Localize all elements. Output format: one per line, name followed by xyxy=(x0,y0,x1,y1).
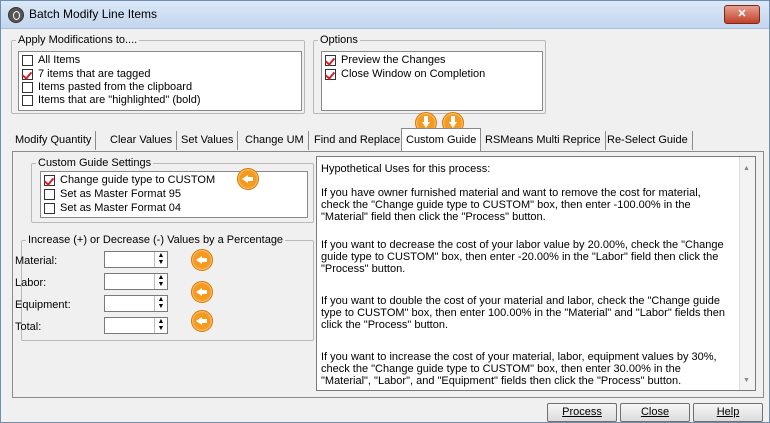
checkbox[interactable] xyxy=(325,55,336,66)
equipment-input[interactable]: ▲ ▼ xyxy=(104,295,168,312)
tab-set-values[interactable]: Set Values xyxy=(177,131,239,150)
process-button[interactable]: Process xyxy=(547,403,617,422)
info-paragraph: If you have owner furnished material and… xyxy=(321,187,701,223)
info-scrollbar[interactable]: ▲ ▼ xyxy=(739,157,755,390)
checkbox[interactable] xyxy=(22,69,33,80)
spin-arrows-icon[interactable]: ▲ ▼ xyxy=(154,318,167,333)
scroll-up-icon[interactable]: ▲ xyxy=(743,165,750,172)
window-title: Batch Modify Line Items xyxy=(29,7,158,21)
info-paragraph: If you want to double the cost of your m… xyxy=(321,295,725,331)
help-button[interactable]: Help xyxy=(693,403,763,422)
uses-info-textbox[interactable]: Hypothetical Uses for this process: If y… xyxy=(316,156,756,391)
tab-custom-guide[interactable]: Custom Guide xyxy=(401,128,482,153)
apply-modifications-legend: Apply Modifications to.... xyxy=(18,34,138,46)
spin-arrows-icon[interactable]: ▲ ▼ xyxy=(154,252,167,267)
checkbox[interactable] xyxy=(22,95,33,106)
spin-arrows-icon[interactable]: ▲ ▼ xyxy=(154,296,167,311)
scroll-down-icon[interactable]: ▼ xyxy=(743,377,750,384)
percentage-legend: Increase (+) or Decrease (-) Values by a… xyxy=(28,234,284,246)
app-icon xyxy=(8,7,24,23)
orange-arrow-left-icon xyxy=(237,168,259,190)
info-heading: Hypothetical Uses for this process: xyxy=(321,163,491,175)
total-label: Total: xyxy=(15,321,42,333)
title-bar: Batch Modify Line Items ✕ xyxy=(1,1,769,29)
batch-modify-dialog: Batch Modify Line Items ✕ Apply Modifica… xyxy=(0,0,770,423)
tab-rsmeans-multi-reprice[interactable]: RSMeans Multi Reprice xyxy=(481,131,606,150)
checkbox[interactable] xyxy=(325,69,336,80)
labor-label: Labor: xyxy=(15,277,47,289)
tab-find-and-replace[interactable]: Find and Replace xyxy=(310,131,406,150)
material-input[interactable]: ▲ ▼ xyxy=(104,251,168,268)
tab-modify-quantity[interactable]: Modify Quantity xyxy=(11,131,97,150)
tab-change-um[interactable]: Change UM xyxy=(241,131,309,150)
checkbox[interactable] xyxy=(44,189,55,200)
checkbox[interactable] xyxy=(22,55,33,66)
total-input[interactable]: ▲ ▼ xyxy=(104,317,168,334)
labor-input[interactable]: ▲ ▼ xyxy=(104,273,168,290)
orange-arrow-left-icon xyxy=(191,310,213,332)
orange-arrow-left-icon xyxy=(191,281,213,303)
close-button[interactable]: Close xyxy=(620,403,690,422)
window-close-button[interactable]: ✕ xyxy=(724,5,760,24)
spin-arrows-icon[interactable]: ▲ ▼ xyxy=(154,274,167,289)
info-paragraph: If you want to decrease the cost of your… xyxy=(321,239,724,275)
checkbox[interactable] xyxy=(22,82,33,93)
tab-re-select-guide[interactable]: Re-Select Guide xyxy=(603,131,693,150)
apply-modifications-list: All Items 7 items that are tagged Items … xyxy=(18,51,302,111)
options-list: Preview the Changes Close Window on Comp… xyxy=(321,51,543,111)
custom-guide-settings-list: Change guide type to CUSTOM Set as Maste… xyxy=(40,171,308,218)
equipment-label: Equipment: xyxy=(15,299,71,311)
orange-arrow-left-icon xyxy=(191,249,213,271)
options-legend: Options xyxy=(320,34,358,46)
info-paragraph: If you want to increase the cost of your… xyxy=(321,351,717,387)
tab-clear-values[interactable]: Clear Values xyxy=(106,131,178,150)
checkbox[interactable] xyxy=(44,203,55,214)
material-label: Material: xyxy=(15,255,58,267)
custom-guide-settings-legend: Custom Guide Settings xyxy=(38,157,152,169)
checkbox[interactable] xyxy=(44,175,55,186)
